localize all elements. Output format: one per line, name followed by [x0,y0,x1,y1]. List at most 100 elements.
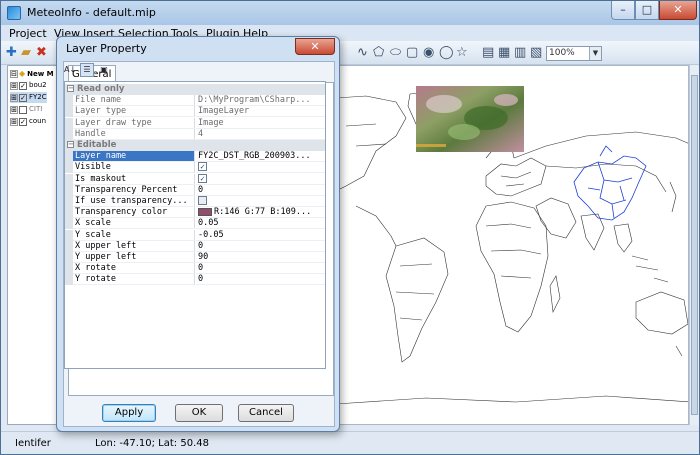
open-folder-icon[interactable]: ▰ [21,46,31,60]
collapse-icon[interactable]: − [67,85,74,92]
draw-rectangle-icon[interactable]: ▢ [406,46,418,60]
property-pages-icon[interactable]: ▣ [97,63,111,77]
menu-project[interactable]: Project [9,27,47,40]
dialog-title: Layer Property [66,42,147,55]
category-read-only[interactable]: − Read only [65,84,325,96]
layer-checkbox[interactable]: ✓ [19,93,27,102]
row-margin [65,240,73,252]
property-grid: − Read only File name D:\MyProgram\CSharp..… [64,81,326,369]
legend-item[interactable]: ⊞ ✓ bou2 [10,80,47,91]
cancel-button[interactable]: Cancel [238,404,294,422]
property-value-text: 0 [198,184,204,195]
property-value[interactable]: ✓ [196,173,325,185]
layer-checkbox[interactable]: ✓ [19,81,27,90]
property-name: If use transparency... [73,196,195,207]
property-name: Y rotate [73,274,195,286]
property-value-text: R:146 G:77 B:109... [214,207,312,218]
property-row[interactable]: Transparency color R:146 G:77 B:109... [65,207,325,219]
color-swatch[interactable] [198,207,212,216]
property-row[interactable]: Transparency Percent 0 [65,184,325,196]
add-layer-icon[interactable]: ✚ [6,46,17,60]
property-value[interactable]: 90 [196,252,325,263]
property-value[interactable] [196,196,325,207]
property-checkbox[interactable] [198,196,207,205]
property-value[interactable]: -0.05 [196,230,325,241]
category-label: Editable [77,140,117,150]
satellite-image [416,86,524,152]
legend-item[interactable]: ⊞ ✓ coun [10,116,46,127]
property-value-text: 0 [198,263,204,274]
property-value[interactable]: 0 [196,274,325,286]
draw-curve-icon[interactable]: ∿ [357,46,368,60]
vertical-scrollbar[interactable] [689,65,699,425]
property-value[interactable]: FY2C_DST_RGB_200903... [196,151,325,163]
property-value[interactable]: 0 [196,185,325,196]
row-margin [65,128,73,140]
legend-item[interactable]: ⊞ ✓ FY2C [10,92,47,103]
property-checkbox[interactable]: ✓ [198,162,207,172]
collapse-icon[interactable]: − [67,141,74,148]
property-row[interactable]: Layer name FY2C_DST_RGB_200903... [65,151,325,163]
property-row[interactable]: Y scale -0.05 [65,229,325,241]
property-value[interactable]: 0 [196,263,325,275]
print-icon[interactable]: ▥ [514,46,526,60]
page-setup-icon[interactable]: ▦ [498,46,510,60]
property-row[interactable]: X scale 0.05 [65,218,325,230]
category-editable[interactable]: − Editable [65,140,325,152]
row-margin [65,229,73,241]
row-margin [65,207,73,219]
sort-az-icon[interactable]: A↓ [63,63,77,77]
draw-oval-icon[interactable]: ◯ [439,46,454,60]
layer-checkbox[interactable]: ✓ [19,117,27,126]
expand-icon[interactable]: ⊞ [10,81,18,90]
row-margin [65,263,73,275]
legend-item[interactable]: ⊟ ◆ New M [10,68,54,79]
zoom-combo[interactable]: 100% ▼ [546,46,602,61]
expand-icon[interactable]: ⊞ [10,117,18,126]
property-row[interactable]: X rotate 0 [65,263,325,275]
ok-button[interactable]: OK [175,404,223,422]
close-button[interactable]: ✕ [659,1,697,20]
collapse-icon[interactable]: ⊟ [10,70,18,78]
property-name: X scale [73,218,195,230]
expand-icon[interactable]: ⊞ [10,93,18,102]
property-name: Handle [73,128,195,140]
property-checkbox[interactable]: ✓ [198,173,207,183]
minimize-button[interactable]: – [611,1,635,20]
draw-star-icon[interactable]: ☆ [456,46,468,60]
categorized-icon[interactable]: ☰ [80,63,94,77]
apply-button[interactable]: Apply [102,404,156,422]
property-value[interactable]: ✓ [196,162,325,174]
property-value[interactable]: 0 [196,241,325,252]
row-margin [65,117,73,129]
property-value-text: 4 [198,128,204,139]
property-row[interactable]: File name D:\MyProgram\CSharp... [65,95,325,107]
property-row[interactable]: If use transparency... [65,196,325,207]
map-view[interactable] [335,65,689,425]
property-row[interactable]: Y upper left 90 [65,252,325,263]
property-row[interactable]: X upper left 0 [65,240,325,252]
property-row[interactable]: Layer draw type Image [65,117,325,129]
maximize-button[interactable]: □ [635,1,659,20]
draw-circle-icon[interactable]: ◉ [423,46,434,60]
property-row[interactable]: Layer type ImageLayer [65,106,325,118]
property-value[interactable]: 0.05 [196,218,325,230]
property-value: 4 [196,129,325,140]
remove-layer-icon[interactable]: ✖ [36,46,47,60]
property-row[interactable]: Is maskout ✓ [65,173,325,185]
property-row[interactable]: Y rotate 0 [65,274,325,286]
layer-checkbox[interactable] [19,105,27,114]
draw-ellipse-icon[interactable]: ⬭ [390,46,401,60]
scrollbar-thumb[interactable] [691,75,698,415]
chevron-down-icon[interactable]: ▼ [589,47,601,60]
property-value[interactable]: R:146 G:77 B:109... [196,207,325,219]
export-icon[interactable]: ▧ [530,46,542,60]
property-value-text: D:\MyProgram\CSharp... [198,95,311,106]
legend-item[interactable]: ⊞ CITI [10,104,42,115]
page-layout-icon[interactable]: ▤ [482,46,494,60]
dialog-close-button[interactable]: ✕ [295,38,335,55]
property-row[interactable]: Visible ✓ [65,162,325,174]
expand-icon[interactable]: ⊞ [10,105,18,114]
property-row[interactable]: Handle 4 [65,128,325,140]
draw-polygon-icon[interactable]: ⬠ [373,46,384,60]
